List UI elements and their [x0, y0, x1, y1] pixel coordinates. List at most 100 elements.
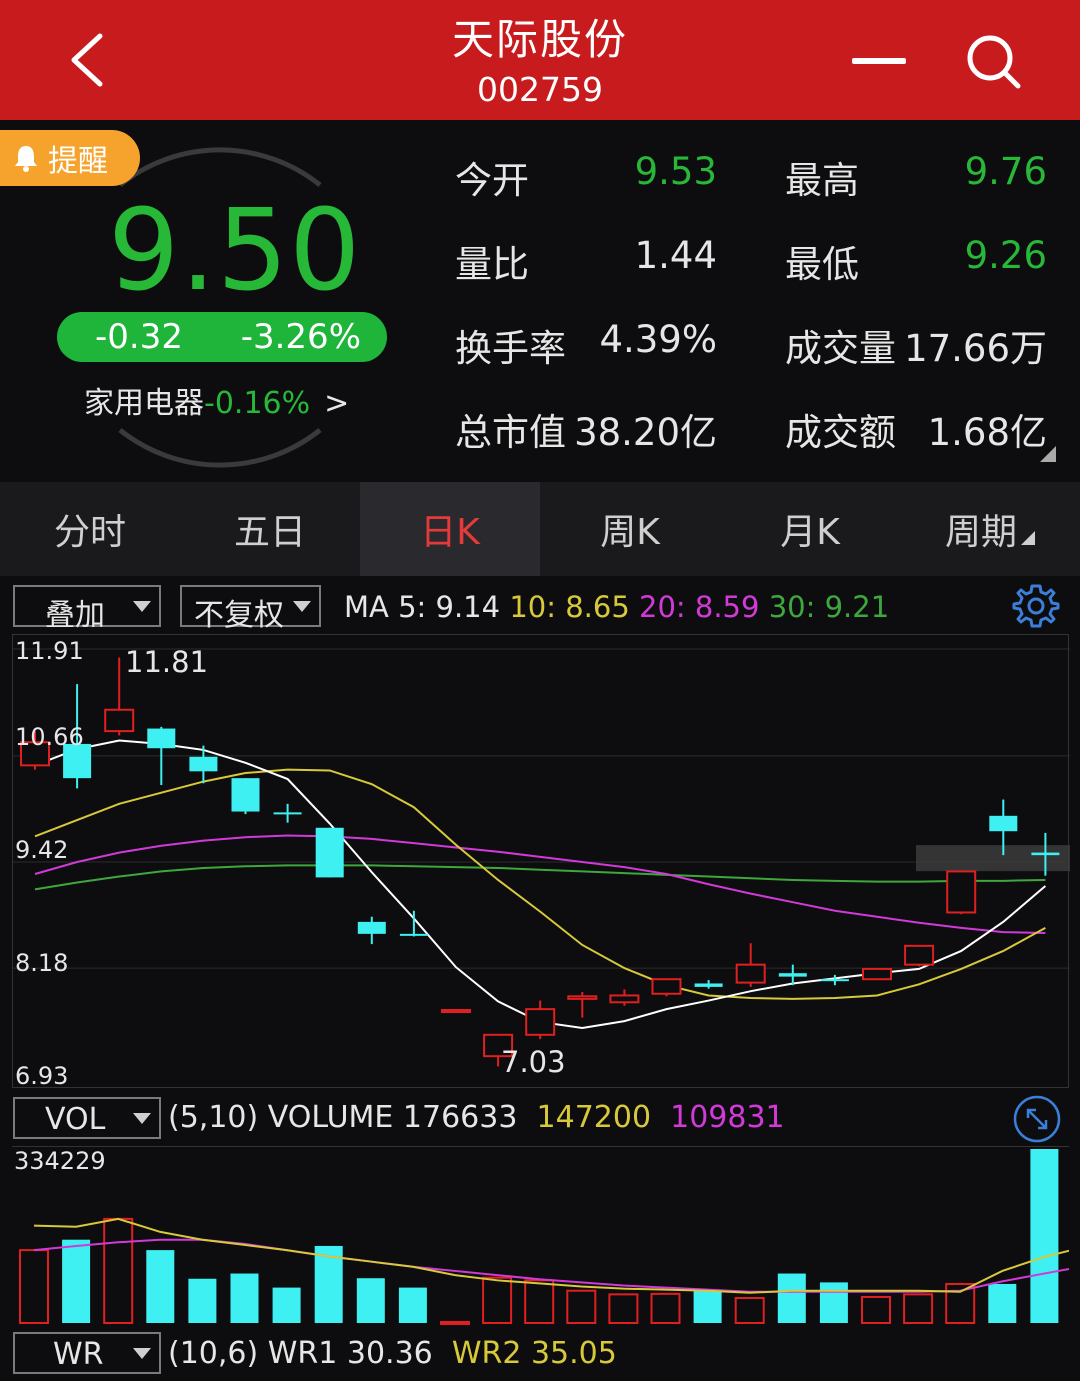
amount-label: 成交额	[785, 411, 896, 454]
current-price-band	[916, 845, 1070, 872]
indicator2-select[interactable]: WR	[13, 1332, 161, 1374]
volume-bar	[356, 1278, 385, 1323]
min-price-label: 7.03	[501, 1045, 566, 1079]
tab-daily-k[interactable]: 日K	[360, 482, 540, 576]
dropdown-arrow-icon	[293, 601, 311, 612]
candle-body	[778, 973, 807, 977]
volume-value: 17.66万	[904, 327, 1047, 370]
volume-ma5: 147200	[536, 1100, 652, 1135]
adjust-select[interactable]: 不复权	[180, 585, 321, 633]
corner-triangle-icon	[1021, 531, 1035, 545]
candle-body	[862, 967, 892, 981]
volume-bar	[230, 1273, 259, 1323]
volume-bar	[566, 1289, 597, 1325]
chevron-right-icon: >	[324, 386, 350, 421]
candle-body	[567, 995, 598, 1000]
wr2-label: WR2 35.05	[451, 1336, 617, 1371]
volume-bar	[19, 1249, 49, 1324]
ma-legend: MA 5: 9.14 10: 8.65 20: 8.59 30: 9.21	[344, 590, 889, 624]
volume-bar	[62, 1239, 91, 1323]
high-value: 9.76	[964, 150, 1047, 193]
price-alert-button[interactable]: 提醒	[0, 130, 140, 186]
kline-svg	[13, 648, 1070, 1067]
candle-body	[735, 963, 766, 984]
ma10-line	[34, 768, 1046, 1000]
sector-name: 家用电器	[84, 386, 204, 421]
y-tick-label: 9.42	[15, 836, 69, 864]
ma10-label: 10: 8.65	[509, 590, 630, 624]
ma30-line	[34, 864, 1046, 891]
wr-legend: (10,6) WR1 30.36 WR2 35.05	[168, 1336, 617, 1371]
candle-body	[1031, 852, 1060, 856]
volume-bar	[988, 1283, 1017, 1323]
indicator-select[interactable]: VOL	[13, 1097, 161, 1139]
tab-intraday[interactable]: 分时	[0, 482, 180, 576]
ratio-label: 量比	[455, 243, 529, 286]
ma20-line	[34, 834, 1046, 934]
volume-bar	[482, 1276, 513, 1325]
dropdown-arrow-icon	[133, 1348, 151, 1359]
high-label: 最高	[785, 159, 859, 202]
volume-bar	[272, 1287, 301, 1323]
candle-body	[441, 1008, 471, 1013]
candle-body	[189, 756, 218, 772]
price-change: -0.32	[95, 317, 183, 357]
wr1-label: (10,6) WR1 30.36	[168, 1336, 433, 1371]
volume-bar	[903, 1293, 934, 1325]
alert-label: 提醒	[48, 144, 108, 179]
volume-bar	[777, 1273, 806, 1323]
volume-bar	[650, 1292, 681, 1324]
candle-body	[231, 778, 260, 812]
ma5-line	[34, 739, 1047, 1029]
stock-code: 002759	[477, 70, 603, 109]
volume-bar	[861, 1295, 891, 1324]
kline-chart[interactable]: 11.91 10.66 9.42 8.18 6.93 11.81 7.03	[12, 634, 1070, 1090]
overlay-select[interactable]: 叠加	[13, 585, 161, 633]
y-tick-label: 8.18	[15, 949, 69, 977]
volume-bar	[608, 1293, 639, 1325]
y-tick-label: 6.93	[15, 1062, 69, 1090]
candle-body	[694, 983, 723, 987]
settings-button[interactable]	[1012, 582, 1060, 630]
volume-max-label: 334229	[14, 1147, 106, 1175]
dropdown-arrow-icon	[133, 601, 151, 612]
ma20-label: 20: 8.59	[639, 590, 760, 624]
volume-bar	[524, 1279, 555, 1324]
volume-bar	[103, 1217, 134, 1324]
tab-weekly-k[interactable]: 周K	[540, 482, 720, 576]
open-label: 今开	[455, 159, 529, 202]
fullscreen-button[interactable]	[1012, 1094, 1062, 1144]
sector-pct: -0.16%	[204, 386, 311, 421]
turnover-value: 4.39%	[599, 318, 717, 361]
y-tick-label: 10.66	[15, 723, 84, 751]
open-value: 9.53	[634, 150, 717, 193]
volume-label: (5,10) VOLUME 176633	[168, 1100, 518, 1135]
expand-corner-icon[interactable]	[1040, 446, 1056, 462]
volume-label: 成交量	[785, 327, 896, 370]
candle-body	[147, 728, 176, 749]
price-change-pct: -3.26%	[240, 317, 361, 357]
remove-watchlist-button[interactable]	[848, 40, 910, 84]
search-button[interactable]	[958, 30, 1028, 94]
volume-chart[interactable]: 334229	[12, 1146, 1080, 1326]
quote-panel: 提醒 9.50 -0.32 -3.26% 家用电器-0.16% > 今开 9.53…	[0, 120, 1080, 480]
tab-period[interactable]: 周期	[900, 482, 1080, 576]
current-price: 9.50	[108, 186, 362, 316]
tab-five-day[interactable]: 五日	[180, 482, 360, 576]
sector-link[interactable]: 家用电器-0.16% >	[84, 378, 349, 422]
volume-bar	[819, 1282, 848, 1323]
candle-body	[651, 978, 682, 995]
tab-monthly-k[interactable]: 月K	[720, 482, 900, 576]
low-value: 9.26	[964, 234, 1047, 277]
volume-bar	[398, 1287, 427, 1323]
mktcap-label: 总市值	[455, 411, 566, 454]
search-icon	[967, 35, 1021, 89]
volume-bar	[693, 1290, 722, 1323]
candle-body	[273, 812, 302, 815]
candle-body	[104, 708, 135, 733]
candle-body	[525, 1008, 556, 1036]
mktcap-value: 38.20亿	[574, 411, 717, 454]
candle-body	[399, 933, 428, 936]
candle-body	[820, 979, 849, 982]
candle-body	[946, 870, 977, 914]
